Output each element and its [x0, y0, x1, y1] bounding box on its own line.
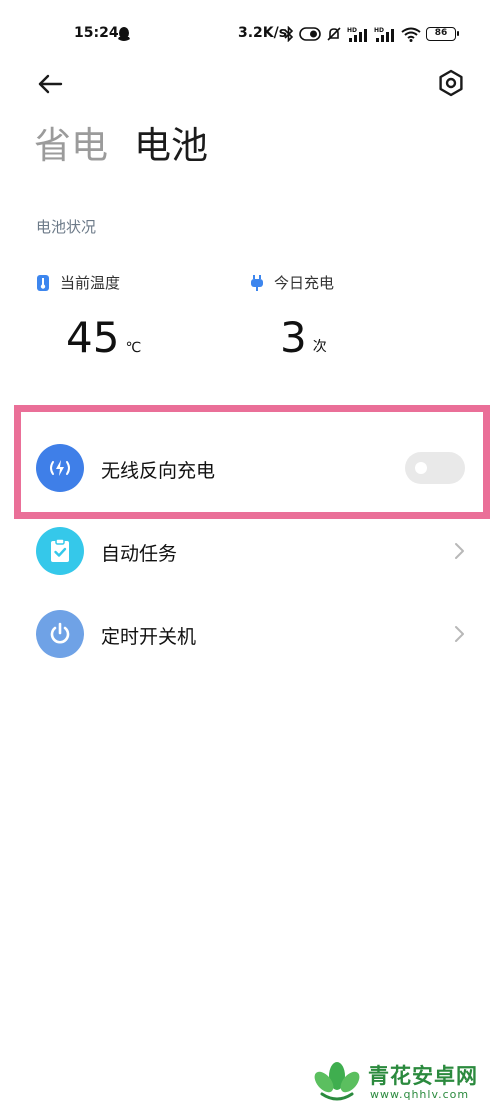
wireless-charge-icon: [36, 444, 84, 492]
charges-unit: 次: [312, 339, 327, 355]
mute-icon: [327, 27, 341, 41]
charges-stat: 今日充电 3 次: [250, 272, 335, 362]
list-item-label: 定时开关机: [101, 626, 197, 648]
temperature-value: 45: [66, 313, 120, 362]
signal-hd-icon: HD: [347, 27, 367, 42]
clipboard-icon: [36, 527, 84, 575]
watermark-url: www.qhhlv.com: [370, 1088, 470, 1101]
power-icon: [36, 610, 84, 658]
watermark-name: 青花安卓网: [368, 1064, 478, 1088]
battery-icon: 86: [426, 27, 459, 41]
charges-value: 3: [280, 313, 307, 362]
signal-hd-icon: HD: [374, 27, 394, 42]
list-item-auto-tasks[interactable]: 自动任务: [0, 516, 500, 586]
toggle-knob: [415, 462, 427, 474]
temperature-unit: ℃: [125, 340, 142, 356]
list-item-scheduled-power[interactable]: 定时开关机: [0, 599, 500, 669]
gear-icon[interactable]: [436, 68, 466, 98]
network-speed: 3.2K/s: [238, 25, 288, 41]
toggle-icon: [299, 27, 321, 41]
status-time: 15:24: [74, 25, 119, 41]
thermometer-icon: [37, 274, 49, 291]
wifi-icon: [401, 27, 421, 42]
svg-text:HD: HD: [374, 27, 384, 34]
temperature-label: 当前温度: [60, 274, 121, 292]
plug-icon: [251, 274, 263, 291]
watermark-logo-icon: [314, 1062, 360, 1101]
charges-label: 今日充电: [274, 274, 335, 292]
section-title: 电池状况: [36, 218, 97, 236]
list-item-label: 无线反向充电: [101, 460, 216, 482]
status-icons: HD HD 86: [284, 25, 459, 43]
tab-power-saving[interactable]: 省电: [34, 120, 108, 172]
temperature-stat: 当前温度 45 ℃: [36, 272, 141, 362]
bluetooth-icon: [284, 26, 294, 42]
status-bar: 15:24 3.2K/s HD HD 86: [0, 22, 500, 50]
svg-text:HD: HD: [347, 27, 357, 34]
wireless-charge-toggle[interactable]: [405, 452, 465, 484]
qq-icon: [118, 27, 130, 41]
arrow-left-icon[interactable]: [34, 68, 66, 100]
watermark: 青花安卓网 www.qhhlv.com: [312, 1058, 492, 1104]
chevron-right-icon: [455, 626, 464, 642]
tab-battery[interactable]: 电池: [134, 120, 208, 172]
list-item-label: 自动任务: [101, 543, 178, 565]
tab-bar: 省电 电池: [34, 120, 208, 172]
chevron-right-icon: [455, 543, 464, 559]
